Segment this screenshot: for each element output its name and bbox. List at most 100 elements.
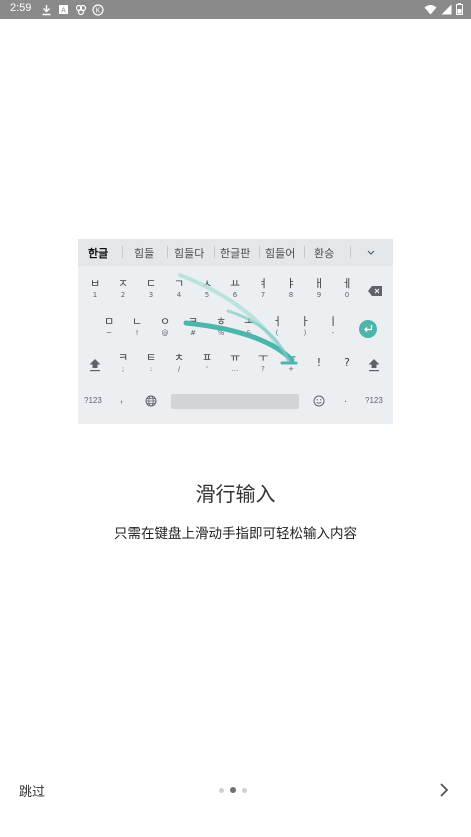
key-sub: /: [177, 365, 181, 373]
key-main: ㅛ: [229, 277, 241, 290]
key-main: ㅋ: [117, 351, 129, 364]
key: ㅠ...: [223, 352, 247, 374]
spacebar: [171, 394, 299, 409]
suggestion-item: 한글판: [220, 247, 251, 260]
key-main: ㅜ: [257, 351, 269, 364]
svg-text:A: A: [61, 8, 66, 15]
key-main: ㅎ: [215, 315, 227, 328]
key-sub: &: [246, 329, 252, 337]
key-sub: 0: [344, 291, 350, 299]
key-sub: 8: [288, 291, 294, 299]
key-main: ㅇ: [159, 315, 171, 328]
status-notification-icons: A K: [40, 2, 104, 17]
key: ㅁ ~: [97, 316, 121, 338]
key: ㄴ!: [125, 316, 149, 338]
key-sub: %: [217, 329, 225, 337]
app-icon: [74, 3, 87, 16]
key-sub: 6: [232, 291, 238, 299]
key: ㅔ0: [335, 278, 359, 300]
suggestion-divider: [167, 246, 168, 258]
key-main: ㅠ: [229, 351, 241, 364]
key: ㅅ5: [195, 278, 219, 300]
key-sub: -: [331, 329, 335, 337]
key-sub: ': [206, 365, 208, 373]
key-sub: @: [161, 329, 169, 337]
key: ㅣ-: [321, 316, 345, 338]
key: ㅈ2: [111, 278, 135, 300]
suggestion-divider: [122, 246, 123, 258]
key-main: ㅌ: [145, 351, 157, 364]
key: ㅜ?: [251, 352, 275, 374]
key-main: ㅕ: [257, 277, 269, 290]
backspace-icon: [367, 282, 383, 296]
signal-icon: [441, 0, 452, 19]
key-main: ㅐ: [313, 277, 325, 290]
period-key: .: [344, 393, 348, 405]
key: ㅇ @: [153, 316, 177, 338]
key-main: ㅓ: [271, 315, 283, 328]
page-dot: [242, 787, 247, 793]
next-button[interactable]: [434, 779, 454, 801]
key-sub: !: [135, 329, 139, 337]
key-main: ㄷ: [145, 277, 157, 290]
symbols-key-right: ?123: [365, 396, 383, 405]
key-main: ㅈ: [117, 277, 129, 290]
key: ㅎ%: [209, 316, 233, 338]
emoji-icon: [313, 395, 325, 409]
key-sub: :: [149, 365, 153, 373]
suggestion-item: 힘들: [134, 247, 155, 260]
key-main: ㄹ: [187, 315, 199, 328]
page-indicator: [219, 786, 247, 794]
page-dot: [219, 787, 224, 793]
key-main: ㄱ: [173, 277, 185, 290]
key-main: ㅔ: [341, 277, 353, 290]
key-main: ㅗ: [243, 315, 255, 328]
symbols-key: ?123: [84, 396, 102, 405]
key-main: ㅁ: [103, 315, 115, 328]
key: ㅐ9: [307, 278, 331, 300]
key-sub: +: [288, 365, 294, 373]
key-main: ㅊ: [173, 351, 185, 364]
key: ㅊ /: [167, 352, 191, 374]
chevron-right-icon: [440, 783, 449, 797]
key-sub: (: [275, 329, 279, 337]
key: ㅍ ': [195, 352, 219, 374]
key-main: ㅂ: [89, 277, 101, 290]
skip-button[interactable]: 跳过: [19, 781, 45, 800]
key: ㅛ6: [223, 278, 247, 300]
globe-icon: [145, 395, 157, 409]
suggestion-item: 힘들어: [265, 247, 296, 260]
key-sub: 2: [120, 291, 126, 299]
status-bar: 2:59 A K: [0, 0, 471, 19]
keyboard-illustration: 한글 힘들 힘들다 한글판 힘들어 환승 ㅂ1 ㅈ2 ㄷ3 ㄱ4 ㅅ5 ㅛ6 ㅕ…: [78, 239, 393, 424]
shift-icon: [88, 357, 102, 372]
key-main: ㅣ: [327, 315, 339, 328]
key-sub: 7: [260, 291, 266, 299]
key: ㅑ8: [279, 278, 303, 300]
key-sub: ;: [121, 365, 125, 373]
key-sub: ...: [231, 365, 239, 373]
key-sub: #: [190, 329, 196, 337]
key-sub: ): [303, 329, 307, 337]
key-sub: 1: [92, 291, 98, 299]
question-key: ?: [344, 356, 350, 369]
suggestion-divider: [259, 246, 260, 258]
key-main: ㅏ: [299, 315, 311, 328]
exclamation-key: !: [316, 356, 322, 369]
key-sub: ~: [106, 329, 112, 337]
key-sub: 5: [204, 291, 210, 299]
key-main: ㅑ: [285, 277, 297, 290]
key-main: ㅍ: [201, 351, 213, 364]
key: ㅕ7: [251, 278, 275, 300]
suggestion-divider: [214, 246, 215, 258]
page-title: 滑行输入: [195, 482, 276, 506]
suggestion-item: 환승: [314, 247, 335, 260]
page-subtitle: 只需在键盘上滑动手指即可轻松输入内容: [114, 526, 357, 542]
key: ㅏ): [293, 316, 317, 338]
status-system-icons: [424, 2, 463, 17]
wifi-icon: [424, 0, 437, 19]
download-icon: [40, 3, 53, 16]
enter-icon: [359, 320, 377, 338]
comma-key: ,: [120, 393, 124, 405]
page-dot-active: [230, 787, 236, 793]
